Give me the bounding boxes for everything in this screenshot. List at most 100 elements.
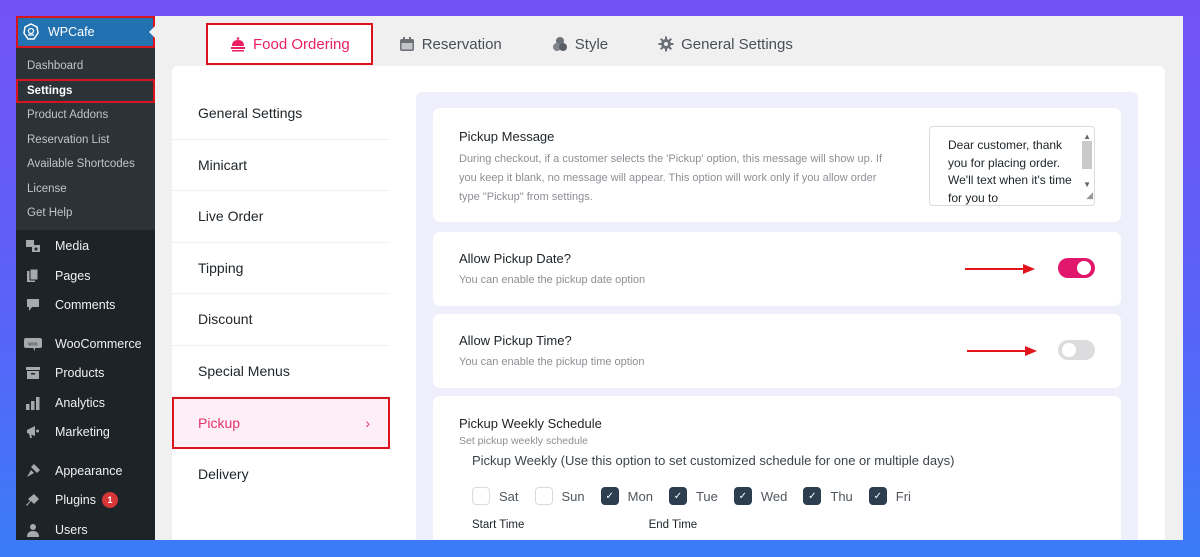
woocommerce-icon: woo — [24, 336, 42, 352]
appearance-icon — [24, 463, 42, 479]
sidebar-item-plugins[interactable]: Plugins 1 — [16, 486, 155, 516]
pickup-message-textarea[interactable]: Dear customer, thank you for placing ord… — [929, 126, 1095, 206]
subnav-general-settings[interactable]: General Settings — [172, 88, 390, 140]
plugins-icon — [24, 492, 42, 508]
checkbox[interactable]: ✓ — [600, 487, 619, 505]
subnav-discount[interactable]: Discount — [172, 294, 390, 346]
check-icon: ✓ — [738, 490, 748, 502]
day-label: Tue — [695, 488, 718, 504]
sidebar-item-users[interactable]: Users — [16, 515, 155, 540]
checkbox[interactable]: ✓ — [803, 487, 822, 505]
day-label: Wed — [760, 488, 788, 504]
wpcafe-logo-icon — [22, 23, 40, 41]
submenu-settings[interactable]: Settings — [16, 78, 155, 103]
gear-icon — [658, 36, 674, 52]
submenu-get-help[interactable]: Get Help — [16, 201, 155, 226]
sidebar-item-pages[interactable]: Pages — [16, 261, 155, 291]
scrollbar-thumb[interactable] — [1082, 141, 1092, 169]
check-icon: ✓ — [808, 490, 817, 502]
allow-pickup-time-toggle[interactable] — [1058, 340, 1095, 360]
sidebar-item-analytics[interactable]: Analytics — [16, 388, 155, 418]
sidebar-item-appearance[interactable]: Appearance — [16, 456, 155, 486]
day-sun[interactable]: Sun — [534, 487, 585, 505]
toggle-knob — [1062, 343, 1076, 357]
tab-style[interactable]: Style — [552, 23, 608, 65]
subnav-delivery[interactable]: Delivery — [172, 449, 390, 501]
food-ordering-subnav: General Settings Minicart Live Order Tip… — [172, 88, 390, 500]
sidebar-item-label: WooCommerce — [55, 336, 142, 351]
subnav-live-order[interactable]: Live Order — [172, 191, 390, 243]
pickup-message-card: Pickup Message During checkout, if a cus… — [433, 108, 1121, 222]
pickup-weekly-description: Set pickup weekly schedule — [459, 435, 588, 447]
sidebar-item-woocommerce[interactable]: woo WooCommerce — [16, 329, 155, 359]
pages-icon — [24, 268, 42, 284]
submenu-available-shortcodes[interactable]: Available Shortcodes — [16, 152, 155, 177]
sidebar-item-label: Plugins — [55, 493, 96, 508]
sidebar-item-label: Marketing — [55, 425, 110, 440]
tab-food-ordering[interactable]: Food Ordering — [206, 23, 373, 65]
end-time-label: End Time — [648, 519, 698, 531]
sidebar-item-media[interactable]: Media — [16, 232, 155, 262]
submenu-reservation-list[interactable]: Reservation List — [16, 128, 155, 153]
app-frame: WPCafe Dashboard Settings Product Addons… — [16, 16, 1183, 540]
checkbox[interactable] — [534, 487, 553, 505]
sidebar-item-label: Products — [55, 366, 105, 381]
sidebar-item-label: Appearance — [55, 463, 123, 478]
wp-main-menu: Media Pages Comments woo WooCommerce Pro… — [16, 230, 155, 541]
toggle-knob — [1077, 261, 1091, 275]
day-label: Mon — [627, 488, 653, 504]
start-time-label: Start Time — [472, 519, 525, 531]
wp-admin-sidebar: WPCafe Dashboard Settings Product Addons… — [16, 16, 155, 540]
products-icon — [24, 365, 42, 381]
subnav-tipping[interactable]: Tipping — [172, 243, 390, 294]
pickup-weekly-subtitle: Pickup Weekly (Use this option to set cu… — [472, 453, 955, 468]
sidebar-item-label: Analytics — [55, 395, 106, 410]
day-mon[interactable]: ✓ Mon — [600, 487, 653, 505]
submenu-product-addons[interactable]: Product Addons — [16, 103, 155, 128]
day-sat[interactable]: Sat — [472, 487, 519, 505]
resize-handle-icon[interactable]: ◢ — [1086, 187, 1093, 205]
submenu-dashboard[interactable]: Dashboard — [16, 54, 155, 79]
chevron-right-icon: › — [365, 414, 370, 431]
main-content: Food Ordering Reservation Style General … — [155, 16, 1183, 540]
check-icon: ✓ — [673, 490, 683, 502]
day-label: Fri — [895, 488, 911, 504]
allow-pickup-date-toggle[interactable] — [1058, 258, 1095, 278]
pickup-weekly-title: Pickup Weekly Schedule — [459, 416, 602, 431]
sidebar-item-wpcafe[interactable]: WPCafe — [16, 16, 155, 48]
checkbox[interactable]: ✓ — [668, 487, 687, 505]
tab-general-settings[interactable]: General Settings — [658, 23, 793, 65]
tab-label: General Settings — [681, 35, 793, 53]
pickup-message-title: Pickup Message — [459, 129, 555, 144]
checkbox[interactable]: ✓ — [868, 487, 887, 505]
day-thu[interactable]: ✓ Thu — [803, 487, 853, 505]
day-label: Sat — [499, 488, 519, 504]
tab-reservation[interactable]: Reservation — [399, 23, 502, 65]
settings-tabs: Food Ordering Reservation Style General … — [206, 23, 843, 65]
menu-separator — [16, 320, 155, 329]
allow-pickup-date-card: Allow Pickup Date? You can enable the pi… — [433, 232, 1121, 306]
svg-text:woo: woo — [28, 341, 37, 347]
comments-icon — [24, 297, 42, 313]
check-icon: ✓ — [605, 490, 614, 502]
sidebar-item-marketing[interactable]: Marketing — [16, 418, 155, 448]
pickup-weekly-schedule-card: Pickup Weekly Schedule Set pickup weekly… — [433, 396, 1121, 540]
tab-label: Reservation — [421, 35, 502, 53]
sidebar-item-label: Pages — [55, 268, 91, 283]
sidebar-item-label: Users — [55, 522, 88, 537]
day-wed[interactable]: ✓ Wed — [733, 487, 788, 505]
subnav-minicart[interactable]: Minicart — [172, 140, 390, 191]
sidebar-item-comments[interactable]: Comments — [16, 291, 155, 321]
day-fri[interactable]: ✓ Fri — [868, 487, 911, 505]
subnav-special-menus[interactable]: Special Menus — [172, 346, 390, 397]
menu-separator — [16, 447, 155, 456]
submenu-license[interactable]: License — [16, 177, 155, 202]
subnav-pickup[interactable]: Pickup › — [172, 397, 390, 449]
allow-pickup-time-description: You can enable the pickup time option — [459, 356, 645, 368]
sidebar-item-products[interactable]: Products — [16, 359, 155, 389]
day-tue[interactable]: ✓ Tue — [668, 487, 718, 505]
checkbox[interactable]: ✓ — [733, 487, 752, 505]
checkbox[interactable] — [472, 487, 490, 505]
subnav-label: Pickup — [198, 414, 241, 431]
analytics-icon — [24, 395, 42, 411]
